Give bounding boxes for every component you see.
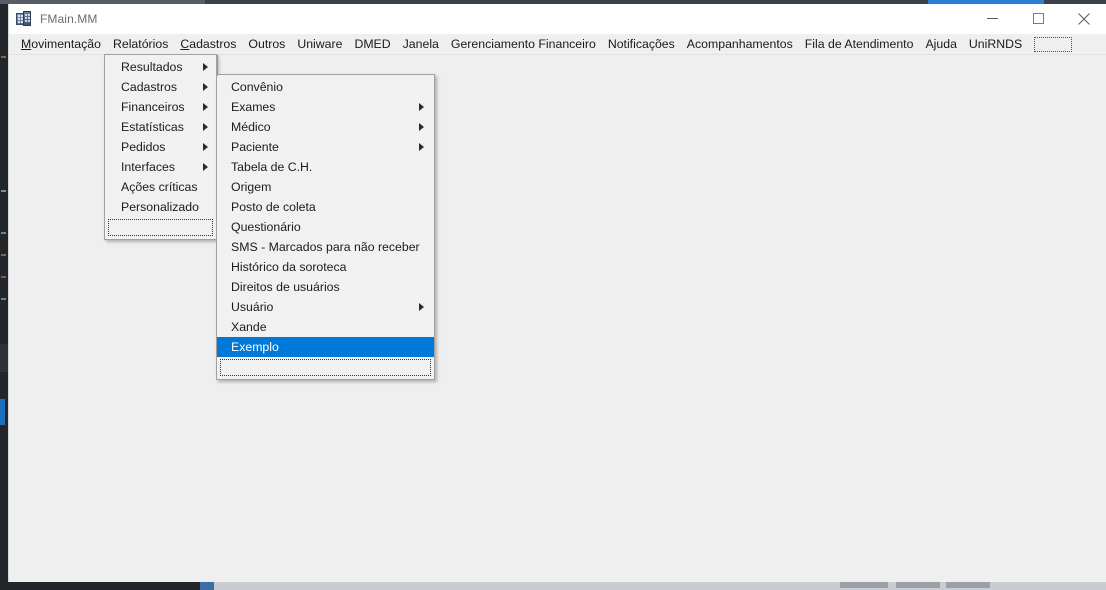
maximize-icon bbox=[1032, 13, 1044, 24]
menubar-item-movimentacao[interactable]: Movimentação bbox=[15, 34, 107, 55]
chevron-right-icon bbox=[203, 63, 208, 71]
menubar-item-uniware[interactable]: Uniware bbox=[291, 34, 348, 55]
taskbar-sliver bbox=[0, 582, 1106, 590]
chevron-right-icon bbox=[203, 143, 208, 151]
menu-item-label: Interfaces bbox=[121, 160, 175, 174]
menu-item-label: SMS - Marcados para não receber bbox=[231, 240, 420, 254]
screen: FMain.MM Movimentação Relatórios Cadastr… bbox=[0, 0, 1106, 590]
minimize-icon bbox=[986, 18, 998, 19]
menubar-item-acompanhamentos[interactable]: Acompanhamentos bbox=[681, 34, 799, 55]
menu-item-label: Paciente bbox=[231, 140, 279, 154]
chevron-right-icon bbox=[203, 163, 208, 171]
menu-item-posto-de-coleta[interactable]: Posto de coleta bbox=[217, 197, 434, 217]
menu-item-acoes-criticas[interactable]: Ações críticas bbox=[105, 177, 216, 197]
menu-item-questionario[interactable]: Questionário bbox=[217, 217, 434, 237]
menu-item-cadastros[interactable]: Cadastros bbox=[105, 77, 216, 97]
close-icon bbox=[1078, 12, 1090, 25]
chevron-right-icon bbox=[203, 103, 208, 111]
title-bar[interactable]: FMain.MM bbox=[9, 4, 1106, 34]
menu-item-label: Cadastros bbox=[121, 80, 178, 94]
menu-item-historico-da-soroteca[interactable]: Histórico da soroteca bbox=[217, 257, 434, 277]
menu-item-pedidos[interactable]: Pedidos bbox=[105, 137, 216, 157]
chevron-right-icon bbox=[419, 303, 424, 311]
menu-item-label: Financeiros bbox=[121, 100, 185, 114]
menu-item-xande[interactable]: Xande bbox=[217, 317, 434, 337]
menu-item-interfaces[interactable]: Interfaces bbox=[105, 157, 216, 177]
menu-item-estatisticas[interactable]: Estatísticas bbox=[105, 117, 216, 137]
close-button[interactable] bbox=[1061, 4, 1106, 33]
maximize-button[interactable] bbox=[1015, 4, 1061, 33]
menubar-item-relatorios[interactable]: Relatórios bbox=[107, 34, 174, 55]
menu-item-exemplo[interactable]: Exemplo bbox=[217, 337, 434, 357]
dropdown-cadastros: Convênio Exames Médico Paciente Tabela d… bbox=[216, 74, 435, 380]
menubar-focus-indicator[interactable] bbox=[1034, 37, 1073, 52]
menu-item-direitos-de-usuarios[interactable]: Direitos de usuários bbox=[217, 277, 434, 297]
menu-item-convenio[interactable]: Convênio bbox=[217, 77, 434, 97]
dropdown-focus-indicator[interactable] bbox=[220, 359, 431, 376]
menubar-item-dmed[interactable]: DMED bbox=[348, 34, 396, 55]
dropdown-relatorios: Resultados Cadastros Financeiros Estatís… bbox=[104, 54, 217, 240]
menu-item-sms-marcados-para-nao-receber[interactable]: SMS - Marcados para não receber bbox=[217, 237, 434, 257]
menu-item-origem[interactable]: Origem bbox=[217, 177, 434, 197]
background-window-left-sidebar bbox=[0, 4, 8, 582]
chevron-right-icon bbox=[419, 123, 424, 131]
menu-item-label: Histórico da soroteca bbox=[231, 260, 347, 274]
background-window-active-indicator bbox=[0, 399, 5, 425]
menu-item-personalizado[interactable]: Personalizado bbox=[105, 197, 216, 217]
menu-edge-connector bbox=[217, 55, 218, 76]
menubar-item-janela[interactable]: Janela bbox=[397, 34, 445, 55]
menu-item-label: Resultados bbox=[121, 60, 183, 74]
menubar-item-ajuda[interactable]: Ajuda bbox=[919, 34, 962, 55]
menu-item-label: Usuário bbox=[231, 300, 274, 314]
chevron-right-icon bbox=[203, 123, 208, 131]
menubar-item-notificacoes[interactable]: Notificações bbox=[602, 34, 681, 55]
chevron-right-icon bbox=[419, 103, 424, 111]
window-controls bbox=[969, 4, 1106, 33]
menu-item-paciente[interactable]: Paciente bbox=[217, 137, 434, 157]
menu-item-label: Estatísticas bbox=[121, 120, 184, 134]
menubar-item-outros[interactable]: Outros bbox=[242, 34, 291, 55]
menu-item-label: Direitos de usuários bbox=[231, 280, 340, 294]
menu-item-usuario[interactable]: Usuário bbox=[217, 297, 434, 317]
chevron-right-icon bbox=[419, 143, 424, 151]
menubar-item-cadastros[interactable]: Cadastros bbox=[174, 34, 242, 55]
menu-item-financeiros[interactable]: Financeiros bbox=[105, 97, 216, 117]
menubar-item-fila-de-atendimento[interactable]: Fila de Atendimento bbox=[799, 34, 920, 55]
menu-item-resultados[interactable]: Resultados bbox=[105, 57, 216, 77]
menubar-item-gerenciamento-financeiro[interactable]: Gerenciamento Financeiro bbox=[445, 34, 602, 55]
dropdown-focus-indicator[interactable] bbox=[108, 219, 213, 236]
menu-item-label: Exemplo bbox=[231, 340, 279, 354]
menu-item-label: Xande bbox=[231, 320, 267, 334]
menu-item-label: Ações críticas bbox=[121, 180, 198, 194]
menubar-item-unirnds[interactable]: UniRNDS bbox=[963, 34, 1028, 55]
app-window-icon bbox=[16, 10, 32, 27]
menu-item-label: Questionário bbox=[231, 220, 301, 234]
menu-item-tabela-de-ch[interactable]: Tabela de C.H. bbox=[217, 157, 434, 177]
menu-item-label: Posto de coleta bbox=[231, 200, 316, 214]
menu-item-label: Convênio bbox=[231, 80, 283, 94]
menu-item-label: Exames bbox=[231, 100, 276, 114]
menu-item-label: Médico bbox=[231, 120, 271, 134]
menu-bar: Movimentação Relatórios Cadastros Outros… bbox=[9, 34, 1106, 55]
minimize-button[interactable] bbox=[969, 4, 1015, 33]
chevron-right-icon bbox=[203, 83, 208, 91]
menu-item-exames[interactable]: Exames bbox=[217, 97, 434, 117]
menu-item-label: Origem bbox=[231, 180, 272, 194]
menu-item-label: Tabela de C.H. bbox=[231, 160, 313, 174]
menu-item-label: Pedidos bbox=[121, 140, 166, 154]
menu-item-label: Personalizado bbox=[121, 200, 199, 214]
window-title: FMain.MM bbox=[40, 11, 98, 26]
menu-item-medico[interactable]: Médico bbox=[217, 117, 434, 137]
